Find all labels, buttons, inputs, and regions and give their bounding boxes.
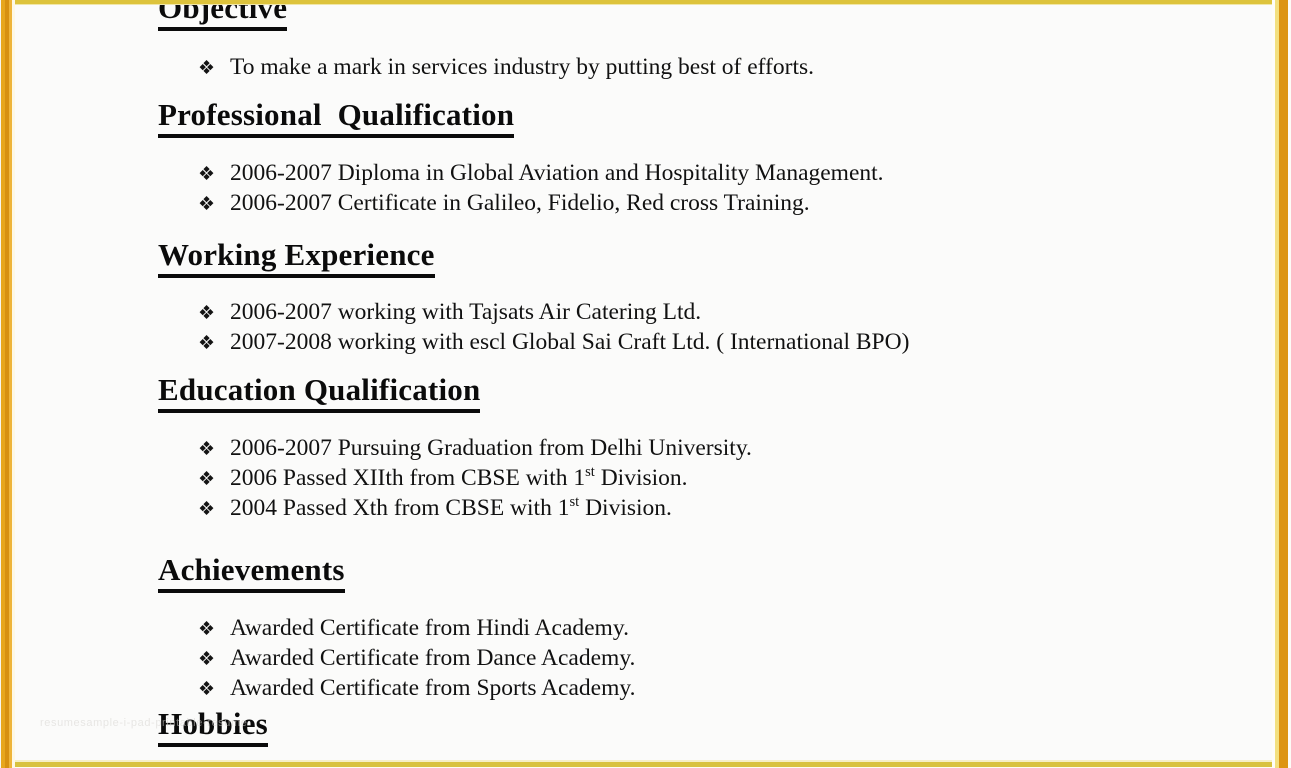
page-border-bottom [0,760,1291,768]
section-working-experience: Working Experience ❖ 2006-2007 working w… [15,238,1272,358]
list-item-text-pre: 2004 Passed Xth from CBSE with 1 [230,495,570,521]
list-item-text: 2004 Passed Xth from CBSE with 1st Divis… [230,494,1272,523]
list-item-text: 2006 Passed XIIth from CBSE with 1st Div… [230,464,1272,493]
diamond-bullet-icon: ❖ [198,164,216,185]
diamond-bullet-icon: ❖ [198,499,216,520]
diamond-bullet-icon: ❖ [198,194,216,215]
list-item: ❖ 2007-2008 working with escl Global Sai… [198,328,1272,358]
list-item-text: 2007-2008 working with escl Global Sai C… [230,329,910,355]
list-item: ❖ 2006-2007 Diploma in Global Aviation a… [198,159,1272,189]
diamond-bullet-icon: ❖ [198,303,216,324]
list-item-text: Awarded Certificate from Dance Academy. [230,645,636,671]
section-heading-achievements: Achievements [158,553,345,593]
list-item-text: Awarded Certificate from Sports Academy. [230,675,636,701]
list-item: ❖ 2006-2007 working with Tajsats Air Cat… [198,298,1272,328]
list-item-text: 2006-2007 working with Tajsats Air Cater… [230,299,702,325]
list-item-text: To make a mark in services industry by p… [230,54,814,80]
section-education-qualification: Education Qualification ❖ 2006-2007 Purs… [15,373,1272,524]
list-item-text: 2006-2007 Certificate in Galileo, Fideli… [230,190,810,216]
section-objective: Objective ❖ To make a mark in services i… [15,5,1272,83]
list-item: ❖ 2006 Passed XIIth from CBSE with 1st D… [198,464,1272,494]
section-achievements: Achievements ❖ Awarded Certificate from … [15,553,1272,704]
list-item: ❖ Awarded Certificate from Dance Academy… [198,644,1272,674]
list-item: ❖ 2006-2007 Pursuing Graduation from Del… [198,434,1272,464]
page-border-left [0,0,15,768]
ordinal-suffix: st [585,464,595,481]
bullet-list-professional-qualification: ❖ 2006-2007 Diploma in Global Aviation a… [15,159,1272,219]
diamond-bullet-icon: ❖ [198,333,216,354]
diamond-bullet-icon: ❖ [198,679,216,700]
list-item: ❖ Awarded Certificate from Sports Academ… [198,674,1272,704]
scan-watermark: resumesample-i-pad-printable-resume [40,717,248,729]
diamond-bullet-icon: ❖ [198,469,216,490]
section-heading-working-experience: Working Experience [158,238,435,278]
diamond-bullet-icon: ❖ [198,439,216,460]
diamond-bullet-icon: ❖ [198,649,216,670]
list-item: ❖ To make a mark in services industry by… [198,53,1272,83]
diamond-bullet-icon: ❖ [198,619,216,640]
section-heading-education-qualification: Education Qualification [158,373,481,413]
bullet-list-working-experience: ❖ 2006-2007 working with Tajsats Air Cat… [15,298,1272,358]
section-heading-objective: Objective [158,5,288,31]
list-item-text-post: Division. [579,495,672,521]
document-page: Objective ❖ To make a mark in services i… [0,0,1291,768]
list-item: ❖ 2006-2007 Certificate in Galileo, Fide… [198,189,1272,219]
bullet-list-education-qualification: ❖ 2006-2007 Pursuing Graduation from Del… [15,434,1272,524]
list-item-text-pre: 2006 Passed XIIth from CBSE with 1 [230,465,586,491]
list-item-text: Awarded Certificate from Hindi Academy. [230,615,629,641]
diamond-bullet-icon: ❖ [198,58,216,79]
list-item-text: 2006-2007 Diploma in Global Aviation and… [230,160,884,186]
list-item-text: 2006-2007 Pursuing Graduation from Delhi… [230,435,752,461]
page-border-right [1272,0,1291,768]
ordinal-suffix: st [569,494,580,511]
list-item: ❖ 2004 Passed Xth from CBSE with 1st Div… [198,494,1272,524]
section-heading-professional-qualification: Professional Qualification [158,98,515,138]
list-item: ❖ Awarded Certificate from Hindi Academy… [198,614,1272,644]
bullet-list-objective: ❖ To make a mark in services industry by… [15,53,1272,83]
section-professional-qualification: Professional Qualification ❖ 2006-2007 D… [15,98,1272,219]
document-body: Objective ❖ To make a mark in services i… [15,5,1272,760]
list-item-text-post: Division. [594,465,688,491]
bullet-list-achievements: ❖ Awarded Certificate from Hindi Academy… [15,614,1272,704]
